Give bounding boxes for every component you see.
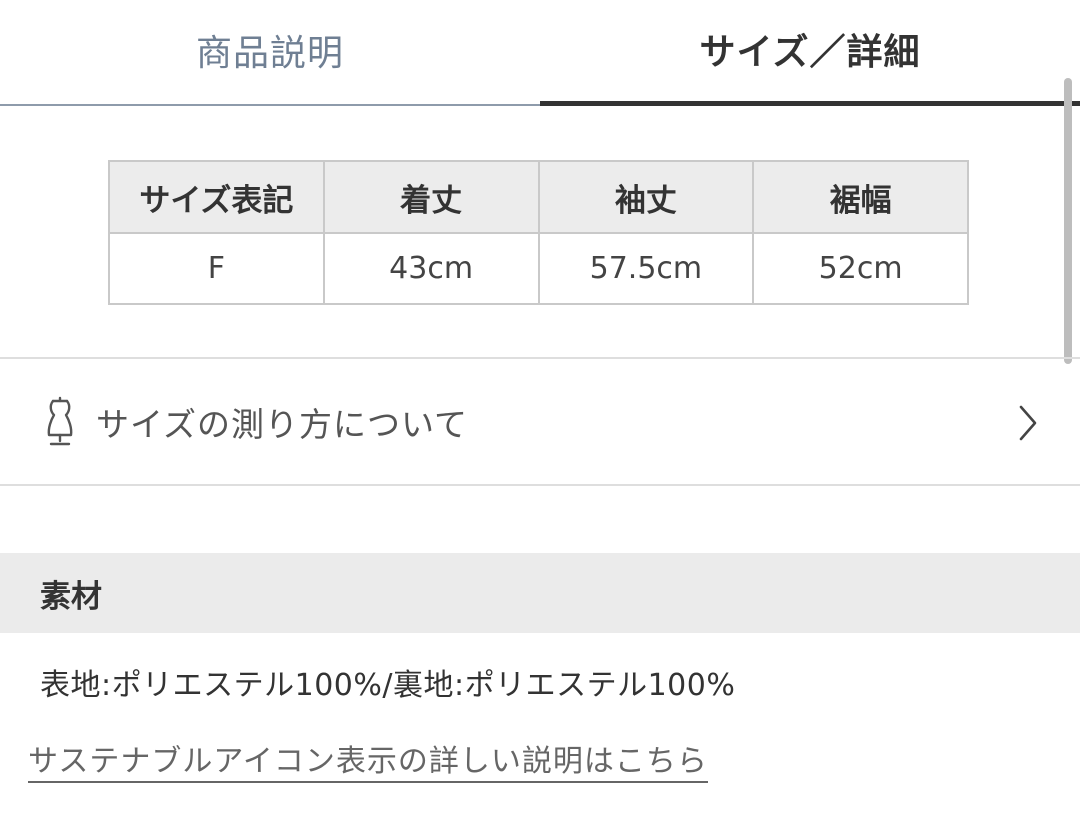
size-table-header: 裾幅	[752, 160, 969, 234]
table-cell: 52cm	[752, 232, 969, 305]
page: 商品説明 サイズ／詳細 サイズ表記 着丈 袖丈 裾幅 F 43cm 57.5cm…	[0, 0, 1080, 816]
tab-size-details[interactable]: サイズ／詳細	[540, 0, 1080, 106]
sustainable-icon-info-link[interactable]: サステナブルアイコン表示の詳しい説明はこちら	[28, 736, 708, 783]
material-text: 表地:ポリエステル100%/裏地:ポリエステル100%	[40, 668, 736, 703]
table-row: F 43cm 57.5cm 52cm	[108, 232, 969, 305]
dress-form-icon	[42, 396, 78, 448]
tab-bar: 商品説明 サイズ／詳細	[0, 0, 1080, 106]
material-header-label: 素材	[40, 578, 102, 615]
tab-product-description-label: 商品説明	[195, 33, 344, 74]
table-cell: 57.5cm	[537, 232, 755, 305]
tab-product-description[interactable]: 商品説明	[0, 0, 540, 106]
divider	[0, 357, 1080, 359]
tab-size-details-label: サイズ／詳細	[699, 31, 921, 73]
chevron-right-icon	[1016, 404, 1040, 442]
material-section-header: 素材	[0, 553, 1080, 633]
scrollbar[interactable]	[1064, 78, 1072, 364]
size-table-header: 着丈	[322, 160, 540, 234]
table-cell: 43cm	[322, 232, 540, 305]
size-table: サイズ表記 着丈 袖丈 裾幅 F 43cm 57.5cm 52cm	[108, 160, 969, 305]
size-table-header-row: サイズ表記 着丈 袖丈 裾幅	[108, 160, 969, 234]
size-table-header: 袖丈	[537, 160, 755, 234]
divider	[0, 484, 1080, 486]
size-measure-label: サイズの測り方について	[96, 405, 469, 444]
size-measure-link[interactable]: サイズの測り方について	[0, 360, 1080, 484]
table-cell: F	[108, 232, 325, 305]
size-table-header: サイズ表記	[108, 160, 325, 234]
